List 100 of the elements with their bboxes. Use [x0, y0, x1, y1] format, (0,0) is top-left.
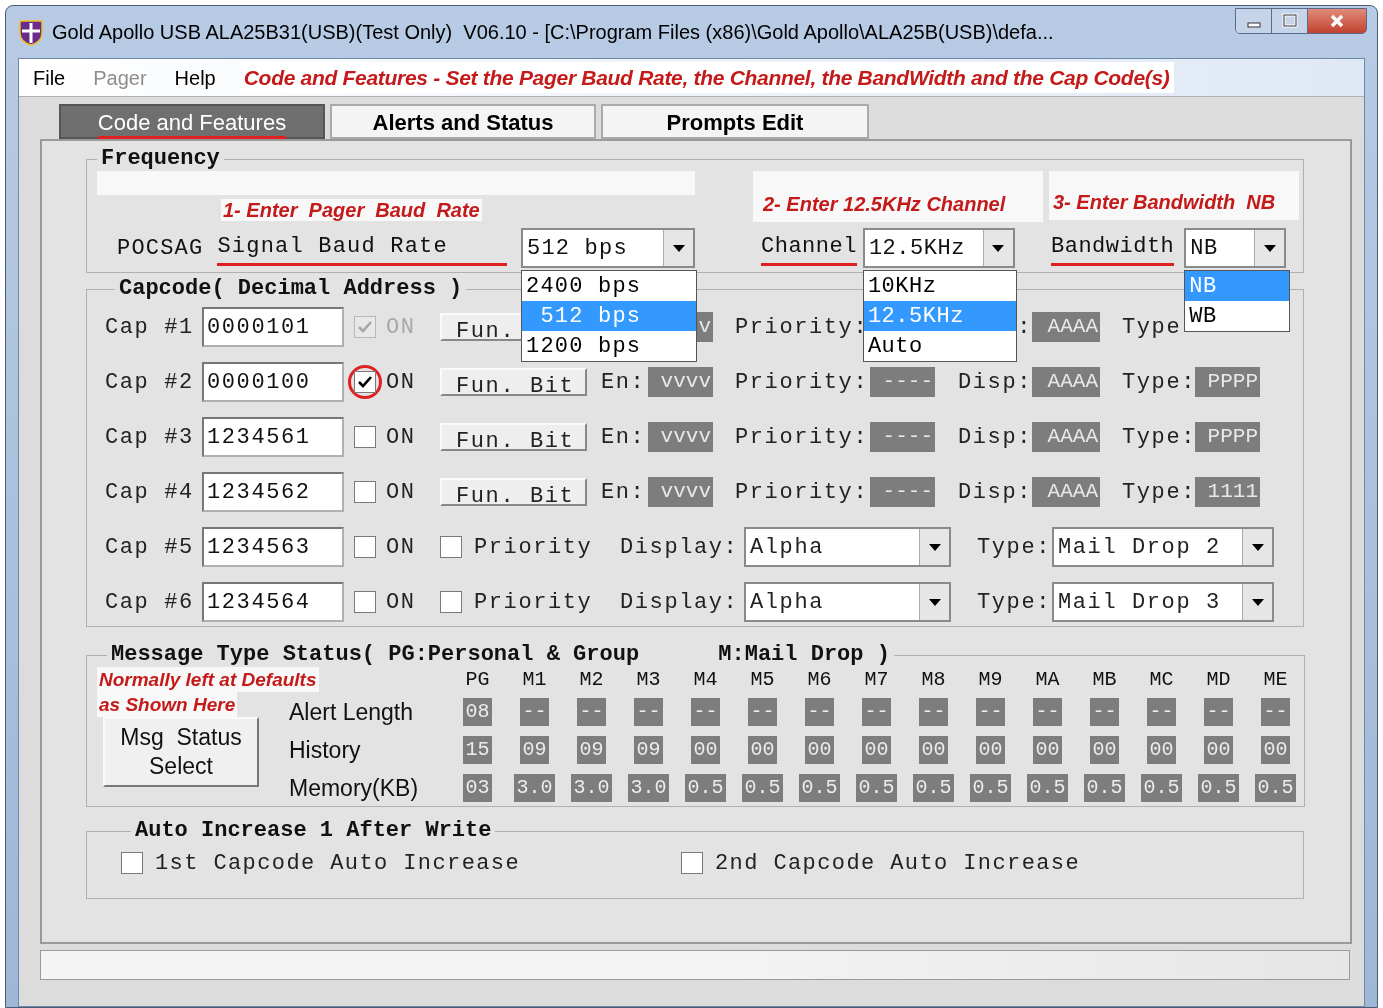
maximize-icon: [1272, 9, 1308, 33]
value-field: --: [577, 698, 606, 726]
checkbox-label: ON: [386, 423, 417, 452]
value-field: --: [1033, 698, 1062, 726]
close-icon: [1308, 9, 1366, 33]
column-header: M9: [977, 667, 1004, 693]
value-field: vvvv: [648, 367, 713, 397]
checkbox[interactable]: [354, 371, 376, 393]
dropdown[interactable]: Alpha: [744, 527, 951, 567]
field-label: En:: [601, 423, 647, 452]
value-field: 09: [520, 736, 549, 764]
menu-item[interactable]: File: [19, 62, 80, 93]
dropdown-option[interactable]: 2400 bps: [522, 271, 696, 301]
value-field: 0.5: [913, 774, 954, 802]
value-field: ----: [870, 422, 935, 452]
tab[interactable]: Prompts Edit: [601, 104, 869, 139]
field-label: Priority: [474, 588, 594, 617]
column-header: M4: [692, 667, 719, 693]
column-header: PG: [464, 667, 491, 693]
checkmark-icon: [357, 374, 373, 390]
value-field: --: [1090, 698, 1119, 726]
dropdown[interactable]: 12.5KHz: [862, 228, 1015, 268]
column-header: M8: [920, 667, 947, 693]
dropdown[interactable]: Mail Drop 2: [1052, 527, 1274, 567]
value-field: --: [976, 698, 1005, 726]
value-field: 03: [463, 774, 492, 802]
checkbox[interactable]: [354, 536, 376, 558]
field-label: Priority: [474, 533, 594, 562]
value-field: ----: [870, 477, 935, 507]
column-header: MC: [1148, 667, 1175, 693]
field-label: Display:: [620, 588, 740, 617]
instruction-text: Normally left at Defaults: [97, 667, 319, 692]
instruction-text: 1- Enter Pager Baud Rate: [221, 199, 482, 221]
field-label: En:: [601, 368, 647, 397]
tab[interactable]: Alerts and Status: [330, 104, 596, 139]
value-field: 09: [634, 736, 663, 764]
dropdown-option[interactable]: WB: [1185, 301, 1290, 331]
capcode-input[interactable]: 1234563: [202, 527, 344, 567]
field-label: Signal Baud Rate: [217, 230, 508, 266]
row-label: Alert Length: [289, 697, 415, 727]
dropdown[interactable]: Alpha: [744, 582, 951, 622]
dropdown-arrow-icon: [991, 243, 1006, 253]
row-label: History: [289, 735, 362, 765]
value-field: 00: [1033, 736, 1062, 764]
field-label: Cap #3: [105, 423, 195, 452]
value-field: --: [1147, 698, 1176, 726]
value-field: AAAA: [1032, 422, 1100, 452]
value-field: --: [634, 698, 663, 726]
dropdown-option[interactable]: 10KHz: [863, 271, 1016, 301]
tab[interactable]: Code and Features: [59, 104, 325, 139]
capcode-input[interactable]: 1234562: [202, 472, 344, 512]
row-label: Memory(KB): [289, 773, 420, 803]
field-label: Type:: [1122, 478, 1195, 507]
function-button[interactable]: Fun. Bit: [440, 423, 587, 451]
value-field: 00: [976, 736, 1005, 764]
value-field: 00: [1261, 736, 1290, 764]
value-field: 0.5: [970, 774, 1011, 802]
value-field: 09: [577, 736, 606, 764]
value-field: 15: [463, 736, 492, 764]
column-header: M6: [806, 667, 833, 693]
msg-status-button[interactable]: Msg Status Select: [103, 717, 259, 787]
menu-item[interactable]: Help: [160, 62, 230, 93]
checkbox-label: ON: [386, 588, 417, 617]
dropdown[interactable]: 512 bps: [521, 228, 695, 268]
shield-icon: [16, 17, 46, 47]
group-title: Auto Increase 1 After Write: [134, 819, 493, 843]
capcode-input[interactable]: 0000100: [202, 362, 344, 402]
value-field: 3.0: [514, 774, 555, 802]
checkbox[interactable]: [354, 426, 376, 448]
dropdown[interactable]: Mail Drop 3: [1052, 582, 1274, 622]
instruction-text: Code and Features - Set the Pager Baud Rate, the Channel, the BandWidth and the Cap Code(s): [239, 61, 1174, 94]
checkbox[interactable]: [354, 481, 376, 503]
field-label: Cap #5: [105, 533, 195, 562]
value-field: 00: [1147, 736, 1176, 764]
window-controls[interactable]: [1235, 8, 1367, 34]
dropdown-arrow-icon: [927, 597, 942, 607]
capcode-input[interactable]: 1234561: [202, 417, 344, 457]
field-label: Display:: [620, 533, 740, 562]
checkbox[interactable]: [440, 536, 462, 558]
field-label: Disp:: [958, 423, 1032, 452]
checkbox[interactable]: [121, 852, 143, 874]
value-field: 0.5: [685, 774, 726, 802]
value-field: ----: [870, 367, 935, 397]
field-label: Cap #2: [105, 368, 195, 397]
dropdown[interactable]: NB: [1184, 228, 1287, 268]
checkbox[interactable]: [440, 591, 462, 613]
dropdown-arrow-icon: [671, 243, 686, 253]
value-field: 08: [463, 698, 492, 726]
function-button[interactable]: Fun. Bit: [440, 368, 587, 396]
field-label: Priority:: [735, 423, 870, 452]
value-field: 00: [862, 736, 891, 764]
capcode-input[interactable]: 1234564: [202, 582, 344, 622]
function-button[interactable]: Fun. Bit: [440, 478, 587, 506]
field-label: Cap #4: [105, 478, 195, 507]
value-field: --: [748, 698, 777, 726]
dropdown-arrow-icon: [1250, 542, 1265, 552]
checkbox[interactable]: [681, 852, 703, 874]
value-field: vvvv: [648, 477, 713, 507]
checkbox[interactable]: [354, 591, 376, 613]
value-field: 0.5: [1255, 774, 1296, 802]
